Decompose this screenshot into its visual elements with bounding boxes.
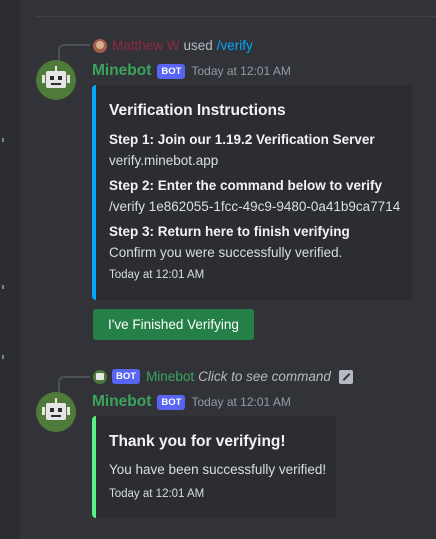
bot-badge: BOT: [157, 63, 186, 79]
reply-hint[interactable]: Click to see command: [198, 369, 331, 384]
reply-connector: [58, 44, 90, 60]
slash-command-icon: [338, 369, 353, 384]
reply-connector: [58, 376, 90, 392]
author-name[interactable]: Minebot: [92, 62, 151, 80]
user-avatar-icon[interactable]: [93, 38, 107, 53]
success-embed: Thank you for verifying! You have been s…: [92, 416, 336, 518]
embed-footer-timestamp: Today at 12:01 AM: [109, 488, 205, 500]
message-timestamp[interactable]: Today at 12:01 AM: [191, 64, 290, 78]
embed-title: Thank you for verifying!: [109, 433, 286, 450]
embed-title: Verification Instructions: [109, 102, 286, 119]
bot-badge: BOT: [112, 369, 141, 384]
bot-avatar-robot-icon[interactable]: [36, 60, 76, 100]
embed-field-name: Step 3: Return here to finish verifying: [109, 224, 350, 239]
rail-marker: [2, 285, 4, 289]
message-header: Minebot BOT Today at 12:01 AM: [92, 393, 291, 411]
author-name[interactable]: Minebot: [92, 393, 151, 411]
embed-field-name: Step 1: Join our 1.19.2 Verification Ser…: [109, 132, 375, 147]
reply-preview[interactable]: BOT Minebot Click to see command: [93, 369, 353, 384]
reply-command[interactable]: /verify: [217, 38, 253, 53]
embed-footer-timestamp: Today at 12:01 AM: [109, 269, 205, 281]
bot-badge: BOT: [157, 394, 186, 410]
bot-avatar-robot-icon[interactable]: [36, 392, 76, 432]
bot-mini-avatar-icon[interactable]: [93, 369, 107, 384]
reply-user-name[interactable]: Matthew W: [112, 38, 180, 53]
verification-embed: Verification Instructions Step 1: Join o…: [92, 85, 412, 300]
embed-field-name: Step 2: Enter the command below to verif…: [109, 178, 383, 193]
message-timestamp[interactable]: Today at 12:01 AM: [191, 395, 290, 409]
top-divider: [36, 16, 436, 17]
reply-bot-name[interactable]: Minebot: [146, 369, 194, 384]
reply-preview[interactable]: Matthew W used /verify: [93, 38, 253, 53]
rail-marker: [2, 138, 4, 142]
embed-field-value: Confirm you were successfully verified.: [109, 245, 343, 260]
message-header: Minebot BOT Today at 12:01 AM: [92, 62, 291, 80]
left-rail: [0, 0, 20, 539]
reply-action-text: used: [183, 38, 213, 53]
embed-field-value: /verify 1e862055-1fcc-49c9-9480-0a41b9ca…: [109, 199, 401, 214]
embed-description: You have been successfully verified!: [109, 462, 327, 477]
rail-marker: [2, 355, 4, 359]
finished-verifying-button[interactable]: I've Finished Verifying: [93, 309, 254, 340]
embed-field-value: verify.minebot.app: [109, 153, 219, 168]
